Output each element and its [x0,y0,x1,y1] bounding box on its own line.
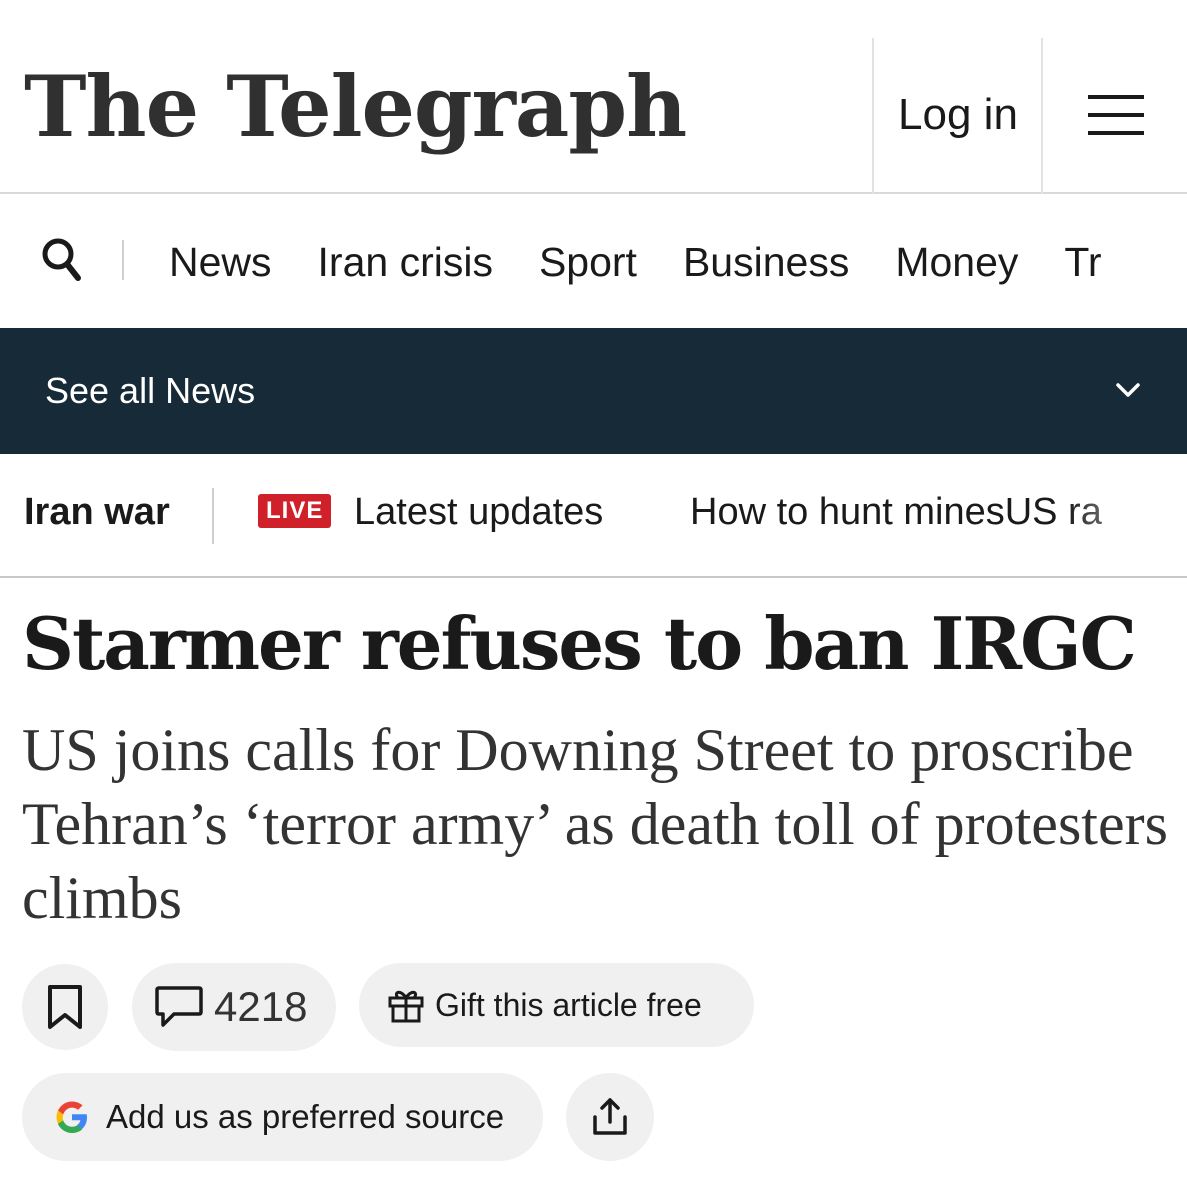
topic-link-hunt-mines[interactable]: How to hunt minesUS ra [690,454,1102,570]
header-divider [1041,38,1043,194]
topic-fade [1067,454,1187,576]
bookmark-button[interactable] [22,964,108,1050]
nav-link-money[interactable]: Money [895,239,1018,286]
topic-divider [212,488,214,544]
nav-divider [122,240,124,280]
nav-link-iran-crisis[interactable]: Iran crisis [318,239,493,286]
topic-link-latest-updates[interactable]: Latest updates [354,454,603,570]
section-nav: News Iran crisis Sport Business Money Tr [0,196,1187,328]
site-logo[interactable]: The Telegraph [24,52,687,162]
share-icon [593,1098,627,1135]
comment-icon [155,986,203,1027]
google-icon [56,1101,87,1133]
gift-article-label: Gift this article free [435,986,702,1023]
live-badge: LIVE [258,494,332,528]
nav-link-sport[interactable]: Sport [539,239,637,286]
nav-fade [1107,196,1187,328]
hamburger-menu-icon [1087,95,1144,135]
see-all-news-label: See all News [45,370,256,411]
comment-count: 4218 [214,983,308,1030]
article-headline: Starmer refuses to ban IRGC [22,601,1137,686]
topic-title[interactable]: Iran war [24,454,170,570]
menu-button[interactable] [1044,38,1187,192]
chevron-down-icon [1116,383,1140,397]
bookmark-icon [48,985,82,1029]
login-button[interactable]: Log in [874,38,1042,192]
search-icon [42,238,81,281]
nav-link-travel[interactable]: Tr [1064,239,1101,286]
comments-button[interactable]: 4218 [132,963,336,1051]
share-button[interactable] [566,1073,654,1161]
nav-link-business[interactable]: Business [683,239,849,286]
preferred-source-label: Add us as preferred source [106,1098,505,1135]
topic-strip: Iran war LIVE Latest updates How to hunt… [0,454,1187,578]
gift-icon [388,990,424,1023]
search-button[interactable] [40,236,84,286]
nav-links: News Iran crisis Sport Business Money Tr [169,196,1102,328]
see-all-news-bar[interactable]: See all News [0,328,1187,454]
nav-link-news[interactable]: News [169,239,272,286]
gift-article-button[interactable]: Gift this article free [359,963,754,1047]
preferred-source-button[interactable]: Add us as preferred source [22,1073,543,1161]
site-header: The Telegraph Log in [0,0,1187,194]
article-standfirst: US joins calls for Downing Street to pro… [22,717,1168,931]
